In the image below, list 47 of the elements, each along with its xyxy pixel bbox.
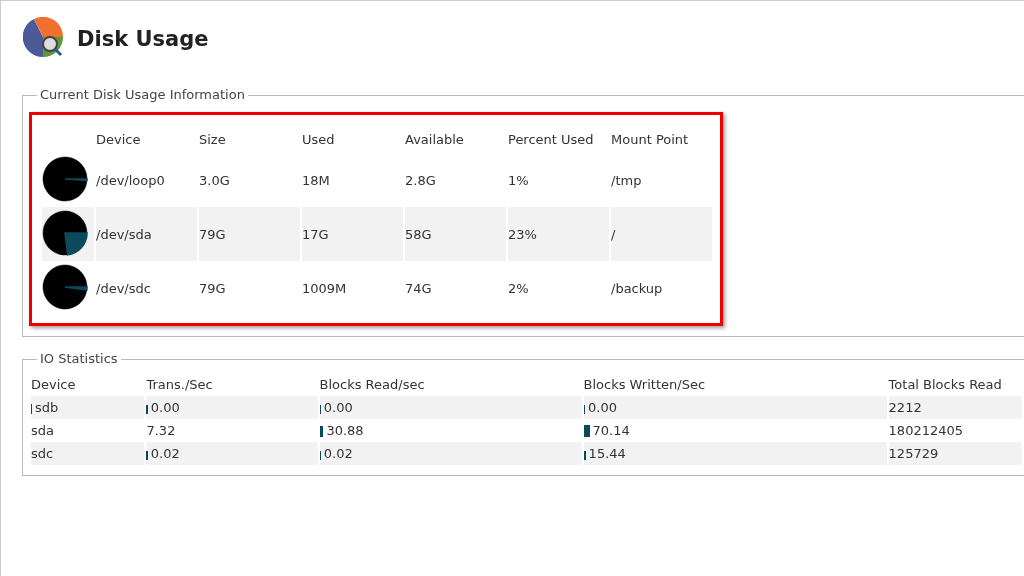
table-cell-text: /dev/sdc [96, 279, 152, 298]
column-header: Used [302, 130, 336, 149]
table-cell-text: /dev/loop0 [96, 171, 166, 190]
column-header: Percent Used [508, 130, 595, 149]
table-cell-text: 3.0G [199, 171, 231, 190]
table-cell: 125729 [888, 446, 939, 461]
table-cell-text: 1009M [302, 279, 348, 298]
table-cell-text: 79G [199, 279, 227, 298]
table-cell-text: 18M [302, 171, 331, 190]
table-cell: 180212405 [888, 423, 964, 438]
table-cell: sdb [35, 400, 59, 415]
table-cell: 0.00 [588, 400, 617, 415]
section-legend: IO Statistics [37, 351, 121, 366]
table-cell: 30.88 [326, 423, 364, 438]
table-cell: 7.32 [146, 423, 176, 438]
table-cell: 17G [302, 207, 403, 261]
table-cell-text: 2.8G [405, 171, 437, 190]
table-cell: 79G [199, 207, 300, 261]
table-cell: 58G [405, 207, 506, 261]
column-header: Size [199, 130, 227, 149]
table-cell: sdc [31, 446, 54, 461]
table-cell-text: /tmp [611, 171, 643, 190]
table-cell: /dev/sda [96, 207, 197, 261]
page-title: Disk Usage [77, 27, 209, 51]
section-legend: Current Disk Usage Information [37, 87, 248, 102]
table-cell: / [611, 207, 712, 261]
table-cell-text: 1% [508, 171, 530, 190]
column-header: Trans./Sec [146, 375, 214, 394]
table-cell-text: /backup [611, 279, 664, 298]
column-header: Device [31, 375, 77, 394]
column-header: Blocks Read/sec [319, 375, 426, 394]
table-cell: 70.14 [592, 423, 630, 438]
column-header: Device [96, 130, 142, 149]
column-header: Mount Point [611, 130, 690, 149]
column-header: Total Blocks Read [888, 375, 1003, 394]
table-cell-text: 74G [405, 279, 433, 298]
table-cell: 0.02 [323, 446, 353, 461]
table-cell-text: 2% [508, 279, 530, 298]
column-header: Blocks Written/Sec [583, 375, 707, 394]
table-cell: 0.00 [323, 400, 353, 415]
table-cell: 23% [508, 207, 609, 261]
table-cell: 0.02 [150, 446, 180, 461]
table-cell: 2212 [888, 400, 922, 415]
table-cell: 15.44 [588, 446, 626, 461]
column-header: Available [405, 130, 465, 149]
table-cell: sda [31, 423, 54, 438]
table-cell: 0.00 [150, 400, 180, 415]
